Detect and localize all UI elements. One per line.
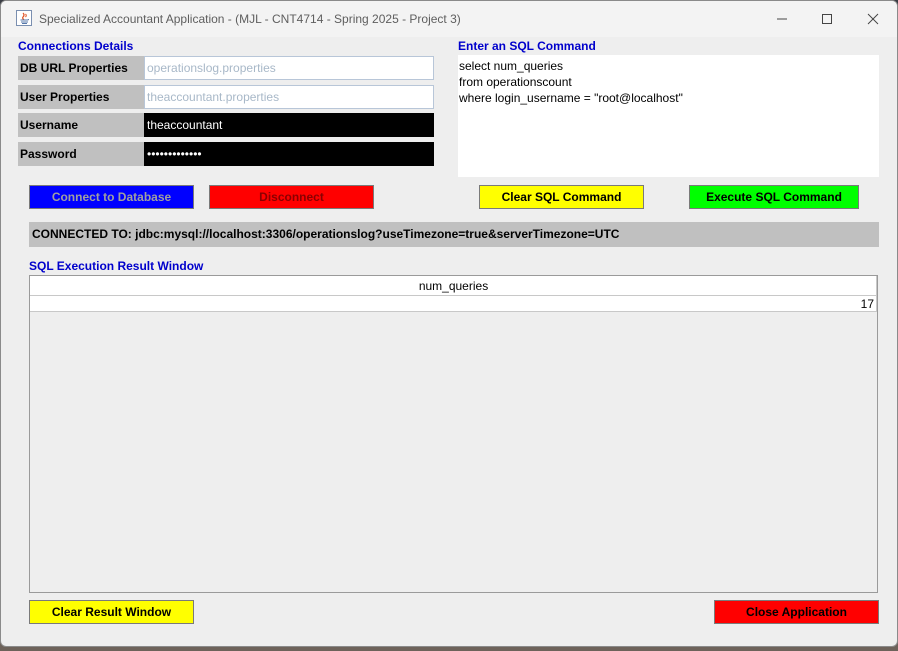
maximize-button[interactable] [804,1,850,37]
username-field[interactable]: theaccountant [144,113,434,137]
execute-sql-button[interactable]: Execute SQL Command [689,185,859,209]
sql-command-title: Enter an SQL Command [458,39,596,53]
title-bar[interactable]: Specialized Accountant Application - (MJ… [1,1,897,37]
table-cell: 17 [860,297,874,311]
disconnect-button[interactable]: Disconnect [209,185,374,209]
clear-sql-button[interactable]: Clear SQL Command [479,185,644,209]
sql-line: from operationscount [459,75,572,89]
password-field[interactable]: ••••••••••••• [144,142,434,166]
close-icon [867,13,879,25]
result-table[interactable]: num_queries 17 [29,275,878,593]
clear-result-button[interactable]: Clear Result Window [29,600,194,624]
close-application-button[interactable]: Close Application [714,600,879,624]
table-row[interactable]: 17 [30,296,877,312]
java-app-icon [16,10,32,26]
sql-command-textarea[interactable]: select num_queries from operationscount … [458,55,879,177]
user-properties-field[interactable]: theaccountant.properties [144,85,434,109]
user-properties-label: User Properties [18,85,144,109]
connections-details-title: Connections Details [18,39,134,53]
connect-button[interactable]: Connect to Database [29,185,194,209]
username-label: Username [18,113,144,137]
sql-line: where login_username = "root@localhost" [459,91,683,105]
maximize-icon [822,14,832,24]
column-header-num-queries[interactable]: num_queries [30,276,877,296]
close-window-button[interactable] [850,1,896,37]
connection-status: CONNECTED TO: jdbc:mysql://localhost:330… [29,222,879,247]
app-window: Specialized Accountant Application - (MJ… [0,0,898,647]
password-label: Password [18,142,144,166]
minimize-button[interactable] [759,1,805,37]
db-url-label: DB URL Properties [18,56,144,80]
result-window-title: SQL Execution Result Window [29,259,204,273]
column-divider [876,276,877,312]
db-url-properties-field[interactable]: operationslog.properties [144,56,434,80]
window-title: Specialized Accountant Application - (MJ… [39,12,461,26]
minimize-icon [777,18,787,20]
sql-line: select num_queries [459,59,564,73]
